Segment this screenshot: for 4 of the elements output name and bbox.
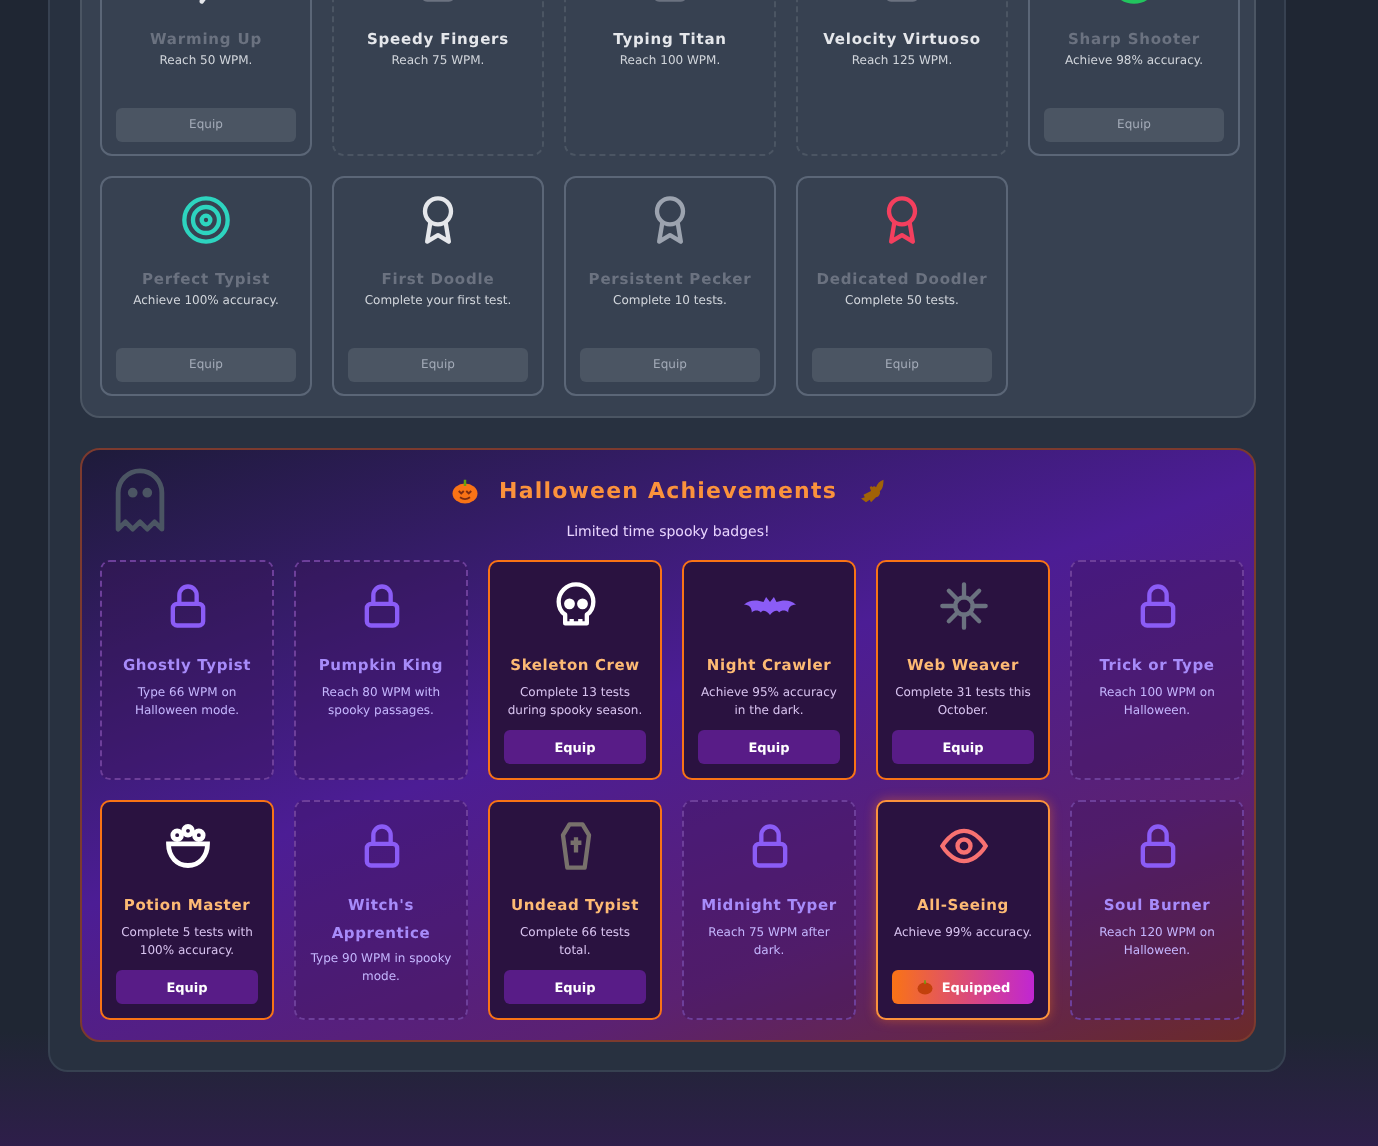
pumpkin-icon <box>449 475 480 505</box>
pumpkin-icon <box>915 978 934 996</box>
halloween-title: Halloween Achievements <box>499 477 837 503</box>
ghost-icon <box>110 466 170 534</box>
